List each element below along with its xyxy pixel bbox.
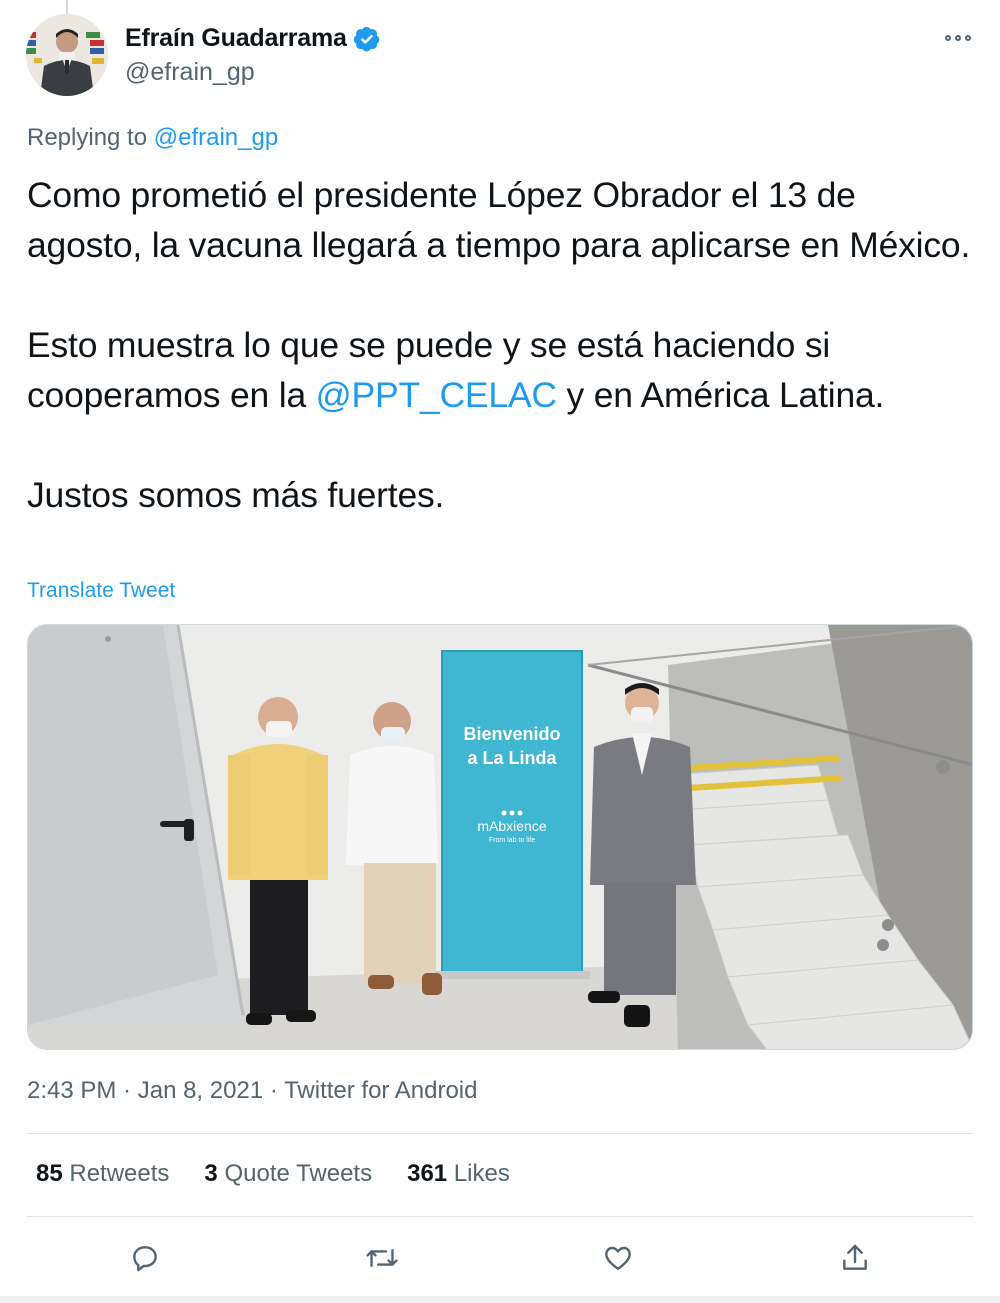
like-icon[interactable] — [598, 1238, 638, 1278]
tweet-source[interactable]: Twitter for Android — [284, 1077, 477, 1104]
meta-separator: · — [116, 1077, 138, 1104]
tweet-metadata: 2:43 PM · Jan 8, 2021 · Twitter for Andr… — [27, 1077, 477, 1105]
quote-tweets-stat[interactable]: 3 Quote Tweets — [204, 1160, 372, 1188]
more-dot — [955, 35, 961, 41]
retweet-icon[interactable] — [362, 1238, 402, 1278]
tweet-time[interactable]: 2:43 PM — [27, 1077, 116, 1104]
tweet-paragraph-3: Justos somos más fuertes. — [27, 475, 445, 515]
banner-line-2: a La Linda — [467, 748, 557, 768]
tweet-photo[interactable]: Bienvenido a La Linda mAbxience From lab… — [27, 624, 973, 1050]
tweet-paragraph-2: Esto muestra lo que se puede y se está h… — [27, 320, 977, 420]
photo-scene: Bienvenido a La Linda mAbxience From lab… — [28, 625, 972, 1049]
translate-tweet-link[interactable]: Translate Tweet — [27, 579, 175, 603]
author-handle[interactable]: @efrain_gp — [125, 58, 255, 87]
banner-line-1: Bienvenido — [463, 724, 560, 744]
retweets-count: 85 — [36, 1160, 63, 1187]
tweet-date[interactable]: Jan 8, 2021 — [138, 1077, 263, 1104]
tweet-actions-bar — [0, 1238, 1000, 1278]
divider — [27, 1133, 973, 1134]
retweets-label: Retweets — [62, 1160, 170, 1187]
more-options-icon[interactable] — [938, 28, 978, 48]
quote-tweets-label: Quote Tweets — [217, 1160, 373, 1187]
tweet-paragraph-1: Como prometió el presidente López Obrado… — [27, 175, 971, 265]
meta-separator: · — [263, 1077, 285, 1104]
author-avatar[interactable] — [26, 14, 108, 96]
banner-brand: mAbxience — [477, 818, 546, 834]
reply-icon[interactable] — [125, 1238, 165, 1278]
retweets-stat[interactable]: 85 Retweets — [36, 1160, 169, 1188]
likes-count: 361 — [407, 1160, 448, 1187]
author-name-row[interactable]: Efraín Guadarrama — [125, 24, 381, 53]
share-icon[interactable] — [835, 1238, 875, 1278]
more-dot — [945, 35, 951, 41]
thread-connector-line — [66, 0, 68, 14]
avatar-photo-icon — [26, 14, 108, 96]
likes-stat[interactable]: 361 Likes — [407, 1160, 510, 1188]
replying-to-line: Replying to @efrain_gp — [27, 124, 278, 152]
ppt-celac-mention-link[interactable]: @PPT_CELAC — [316, 375, 557, 415]
author-display-name[interactable]: Efraín Guadarrama — [125, 24, 347, 53]
divider — [27, 1216, 973, 1217]
verified-badge-icon — [353, 26, 380, 51]
engagement-stats: 85 Retweets 3 Quote Tweets 361 Likes — [36, 1160, 510, 1188]
replying-to-mention-link[interactable]: @efrain_gp — [154, 124, 278, 151]
likes-label: Likes — [447, 1160, 510, 1187]
tweet-text: Como prometió el presidente López Obrado… — [27, 170, 977, 520]
bottom-scroll-edge — [0, 1296, 1000, 1303]
tweet-paragraph-2-text-b: y en América Latina. — [556, 375, 885, 415]
more-dot — [965, 35, 971, 41]
replying-prefix: Replying to — [27, 124, 154, 151]
quote-tweets-count: 3 — [204, 1160, 218, 1187]
banner-tagline: From lab to life — [489, 837, 535, 844]
